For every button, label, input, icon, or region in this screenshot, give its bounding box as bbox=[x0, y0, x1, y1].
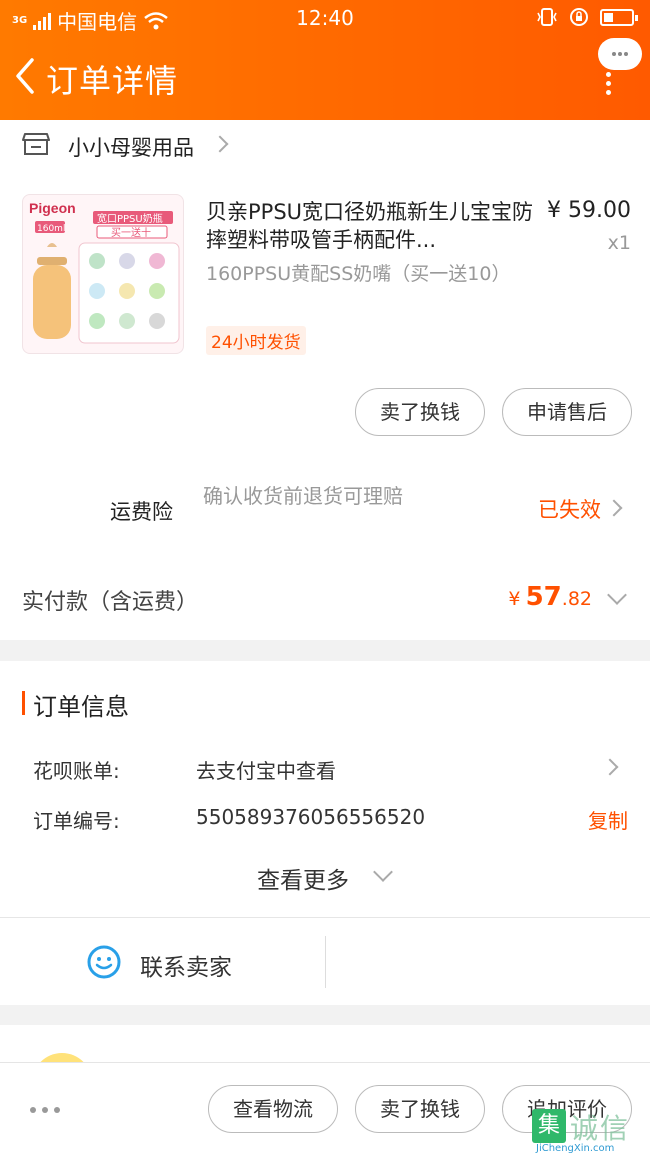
vibrate-icon bbox=[537, 8, 557, 26]
contact-section: 联系卖家 bbox=[0, 917, 650, 1005]
product-quantity: x1 bbox=[607, 232, 631, 254]
chevron-down-icon[interactable] bbox=[373, 862, 393, 882]
view-logistics-button[interactable]: 查看物流 bbox=[208, 1085, 338, 1133]
order-number-value: 550589376056556520 bbox=[196, 805, 426, 829]
sell-for-cash-button[interactable]: 卖了换钱 bbox=[355, 388, 485, 436]
chevron-right-icon bbox=[211, 135, 229, 153]
huabei-value[interactable]: 去支付宝中查看 bbox=[196, 755, 336, 784]
svg-text:宽口PPSU奶瓶: 宽口PPSU奶瓶 bbox=[97, 212, 163, 225]
chat-smile-icon bbox=[87, 945, 121, 979]
divider bbox=[325, 936, 326, 988]
copy-button[interactable]: 复制 bbox=[588, 805, 628, 834]
shipping-badge: 24小时发货 bbox=[206, 326, 306, 355]
sell-for-cash-bottom-button[interactable]: 卖了换钱 bbox=[355, 1085, 485, 1133]
status-right bbox=[536, 6, 638, 28]
chevron-right-icon[interactable] bbox=[601, 758, 619, 776]
insurance-label: 运费险 bbox=[110, 500, 173, 524]
rotation-lock-icon bbox=[570, 8, 588, 26]
product-spec: 160PPSU黄配SS奶嘴（买一送10） bbox=[206, 263, 511, 285]
huabei-label: 花呗账单: bbox=[33, 759, 120, 783]
order-info-section: 订单信息 花呗账单: 去支付宝中查看 订单编号: 550589376056556… bbox=[0, 661, 650, 917]
back-arrow-icon[interactable] bbox=[8, 54, 48, 98]
shop-icon bbox=[22, 133, 50, 155]
svg-text:Pigeon: Pigeon bbox=[29, 200, 76, 216]
svg-text:买一送十: 买一送十 bbox=[111, 226, 151, 239]
product-section: Pigeon 宽口PPSU奶瓶 买一送十 160ml 贝亲PPSU宽口径奶瓶新生… bbox=[0, 168, 650, 640]
insurance-status[interactable]: 已失效 bbox=[538, 494, 601, 524]
watermark-text: 诚信 bbox=[570, 1112, 631, 1145]
chevron-down-icon[interactable] bbox=[607, 585, 627, 605]
page-title: 订单详情 bbox=[46, 62, 179, 100]
shop-name: 小小母婴用品 bbox=[68, 136, 194, 160]
svg-text:160ml: 160ml bbox=[37, 224, 65, 234]
product-price: ¥ 59.00 bbox=[547, 198, 631, 223]
app-header: 3G 中国电信 12:40 订单详情 bbox=[0, 0, 650, 120]
payment-decimal: .82 bbox=[561, 588, 592, 610]
status-bar: 3G 中国电信 12:40 bbox=[0, 0, 650, 36]
after-sales-button[interactable]: 申请售后 bbox=[502, 388, 632, 436]
watermark-logo: 集 诚信 JiChengXin.com bbox=[532, 1105, 650, 1155]
more-options-button[interactable] bbox=[598, 38, 642, 70]
shop-row[interactable]: 小小母婴用品 bbox=[0, 120, 650, 168]
order-info-title: 订单信息 bbox=[33, 693, 129, 721]
watermark-url: JiChengXin.com bbox=[536, 1143, 615, 1154]
battery-icon bbox=[600, 8, 638, 26]
product-image[interactable]: Pigeon 宽口PPSU奶瓶 买一送十 160ml bbox=[22, 194, 184, 354]
product-title[interactable]: 贝亲PPSU宽口径奶瓶新生儿宝宝防摔塑料带吸管手柄配件... bbox=[206, 198, 536, 254]
payment-amount: ¥ 57.82 bbox=[508, 582, 592, 612]
product-image-graphic: Pigeon 宽口PPSU奶瓶 买一送十 160ml bbox=[29, 200, 180, 344]
payment-label: 实付款（含运费） bbox=[22, 590, 199, 615]
section-accent-bar bbox=[22, 691, 25, 715]
payment-integer: 57 bbox=[525, 582, 562, 612]
more-dots-icon[interactable] bbox=[30, 1107, 60, 1113]
kebab-menu-icon[interactable] bbox=[604, 72, 612, 96]
insurance-description: 确认收货前退货可理赔 bbox=[203, 484, 403, 508]
contact-seller-button[interactable]: 联系卖家 bbox=[140, 948, 232, 982]
payment-currency: ¥ bbox=[508, 588, 521, 610]
watermark-mark: 集 bbox=[532, 1109, 566, 1143]
chevron-right-icon bbox=[605, 499, 623, 517]
see-more-button[interactable]: 查看更多 bbox=[257, 861, 349, 895]
recommend-section bbox=[0, 1025, 650, 1113]
order-number-label: 订单编号: bbox=[33, 809, 120, 833]
